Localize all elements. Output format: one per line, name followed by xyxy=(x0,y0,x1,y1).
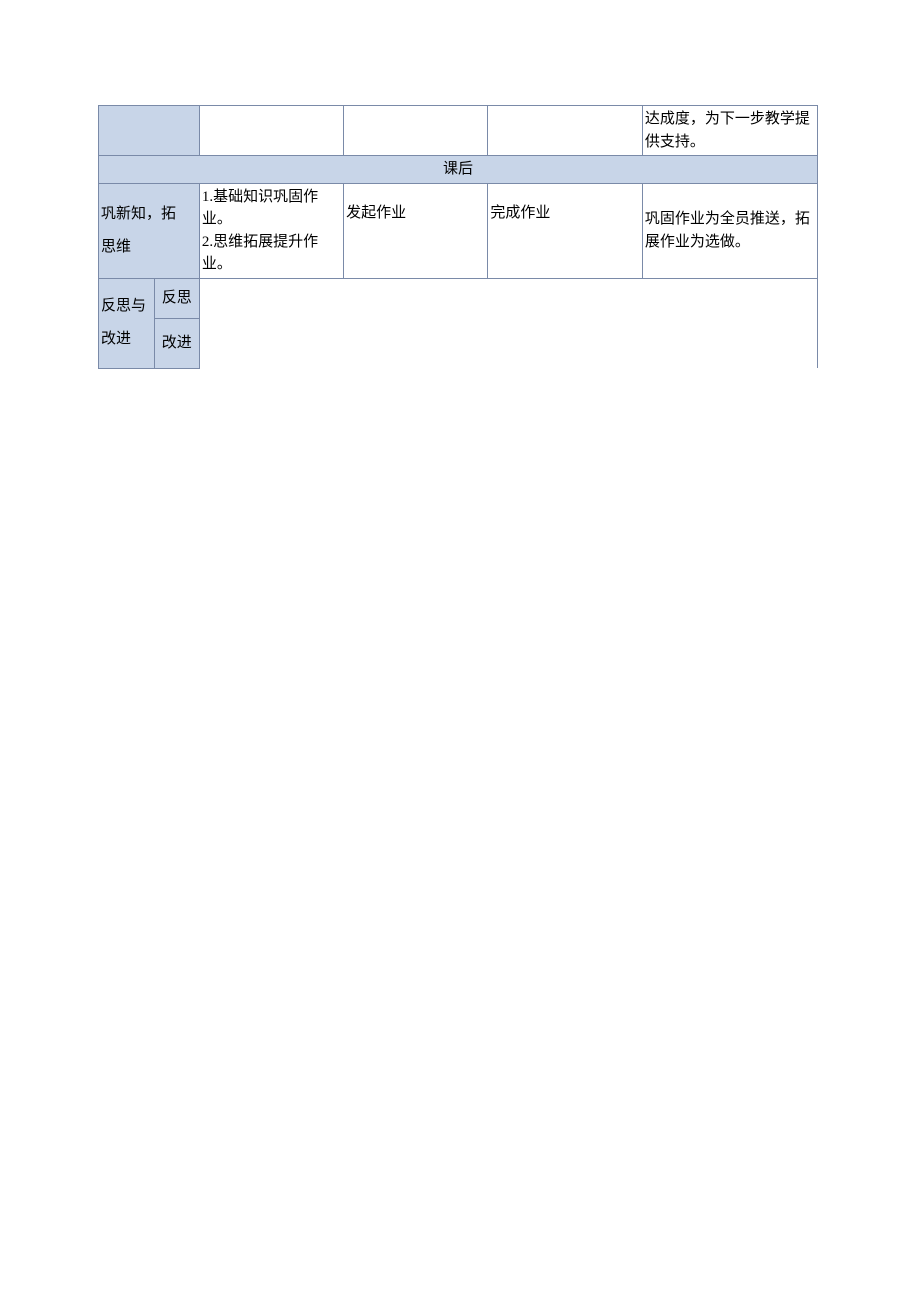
section-header-row: 课后 xyxy=(99,156,818,184)
cell-row1-col2 xyxy=(199,106,343,156)
table-row: 巩新知，拓 思维 1.基础知识巩固作业。 2.思维拓展提升作业。 发起作业 完成… xyxy=(99,183,818,278)
table-row: 反思与改进 反思 xyxy=(99,278,818,318)
reflection-sub1: 反思 xyxy=(154,278,199,318)
section-header: 课后 xyxy=(99,156,818,184)
cell-row1-col4 xyxy=(488,106,643,156)
lesson-plan-table: 达成度，为下一步教学提供支持。 课后 巩新知，拓 思维 1.基础知识巩固作业。 … xyxy=(98,105,818,369)
cell-row3-col2: 1.基础知识巩固作业。 2.思维拓展提升作业。 xyxy=(199,183,343,278)
reflection-label: 反思与改进 xyxy=(99,278,155,368)
cell-row3-col3: 发起作业 xyxy=(344,183,488,278)
cell-row1-col1 xyxy=(99,106,200,156)
cell-row1-col3 xyxy=(344,106,488,156)
cell-row3-col1: 巩新知，拓 思维 xyxy=(99,183,200,278)
cell-row3-col5: 巩固作业为全员推送，拓展作业为选做。 xyxy=(642,183,817,278)
table-row: 达成度，为下一步教学提供支持。 xyxy=(99,106,818,156)
cell-row3-col4: 完成作业 xyxy=(488,183,643,278)
cell-row1-col5: 达成度，为下一步教学提供支持。 xyxy=(642,106,817,156)
reflection-content xyxy=(199,278,817,368)
reflection-sub2: 改进 xyxy=(154,318,199,368)
